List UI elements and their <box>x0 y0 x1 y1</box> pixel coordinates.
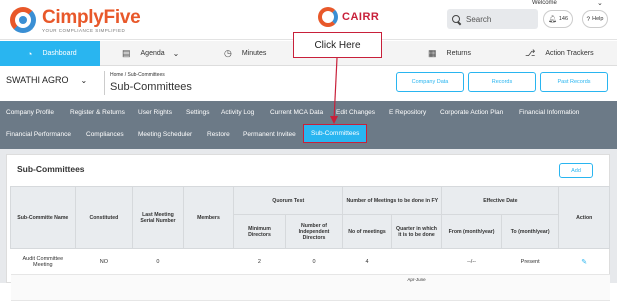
col-header-action: Action <box>558 186 610 249</box>
breadcrumb[interactable]: Home / Sub-Committees <box>110 72 165 78</box>
help-icon: ? <box>586 15 591 23</box>
table-row: Apr-June <box>10 274 610 301</box>
cell-min-directors: 2 <box>233 248 286 275</box>
subnav-current-mca-data[interactable]: Current MCA Data <box>270 109 323 116</box>
subnav-edit-changes[interactable]: Edit Changes <box>336 109 375 116</box>
cell-quarter <box>391 248 442 275</box>
col-header-from: From (month/year) <box>441 214 502 249</box>
sub-committees-panel: Sub-Committees Add Sub-Committe Name Con… <box>6 154 610 301</box>
col-header-constituted: Constituted <box>74 186 134 249</box>
cell-independent: 0 <box>285 248 343 275</box>
chevron-down-icon: ⌄ <box>172 49 180 58</box>
cell-from: --/-- <box>441 248 502 275</box>
subnav-compliances[interactable]: Compliances <box>86 131 124 138</box>
search-box[interactable] <box>447 9 538 29</box>
col-header-quarter: Quarter in which it is to be done <box>390 214 443 249</box>
edit-icon[interactable]: ✎ <box>581 259 587 266</box>
subnav-restore[interactable]: Restore <box>207 131 230 138</box>
col-header-no-meetings: No of meetings <box>342 214 392 249</box>
subnav-financial-information[interactable]: Financial Information <box>519 109 579 116</box>
col-header-name: Sub-Committe Name <box>10 186 76 249</box>
col-header-to: To (month/year) <box>500 214 560 249</box>
col-header-min-directors: Minimum Directors <box>233 214 286 249</box>
company-name: SWATHI AGRO <box>6 75 69 85</box>
notification-count: 146 <box>558 16 569 22</box>
nav-label: Returns <box>446 50 472 57</box>
cell-action: ✎ <box>558 248 610 275</box>
cell-no-meetings: 4 <box>342 248 392 275</box>
notifications-button[interactable]: 🔔︎ 146 <box>543 10 573 28</box>
nav-label: Agenda <box>140 50 165 57</box>
chevron-down-icon: ⌄ <box>80 75 88 85</box>
subnav-settings[interactable]: Settings <box>186 109 210 116</box>
cimplyfive-logo[interactable]: CimplyFive YOUR COMPLIANCE SIMPLIFIED <box>8 5 141 35</box>
nav-returns[interactable]: ▦ Returns <box>428 41 498 66</box>
sub-committees-table: Sub-Committe Name Constituted Last Meeti… <box>10 186 610 301</box>
nav-dashboard[interactable]: ◔ Dashboard <box>0 41 100 66</box>
company-data-button[interactable]: Company Data <box>396 72 464 92</box>
search-input[interactable] <box>466 14 526 24</box>
nav-label: Action Trackers <box>545 50 594 57</box>
records-button[interactable]: Records <box>468 72 536 92</box>
col-header-members: Members <box>182 186 235 249</box>
col-header-quorum: Quorum Test <box>233 186 344 215</box>
divider <box>104 71 105 95</box>
dashboard-icon: ◔ <box>27 48 33 59</box>
col-header-last-meeting: Last Meeting Serial Number <box>132 186 184 249</box>
col-header-effective: Effective Date <box>441 186 560 215</box>
subnav-activity-log[interactable]: Activity Log <box>221 109 254 116</box>
sub-navigation: Company Profile Register & Returns User … <box>0 101 617 149</box>
nav-label: Minutes <box>241 50 267 57</box>
list-icon: ▤ <box>122 48 131 58</box>
col-header-independent: Number of Independent Directors <box>284 214 344 249</box>
subnav-e-repository[interactable]: E Repository <box>389 109 426 116</box>
cell-name: Audit Committee Meeting <box>10 248 76 275</box>
nav-action-trackers[interactable]: ⎇ Action Trackers <box>525 41 617 66</box>
nav-label: Dashboard <box>42 50 77 57</box>
company-selector[interactable]: SWATHI AGRO ⌄ <box>6 75 87 85</box>
add-button[interactable]: Add <box>559 163 593 178</box>
nav-minutes[interactable]: ◷ Minutes <box>224 41 294 66</box>
cell-last-meeting: 0 <box>132 248 184 275</box>
help-button[interactable]: ? Help <box>582 10 608 28</box>
chevron-down-icon[interactable]: ⌄ <box>597 0 603 7</box>
subnav-sub-committees[interactable]: Sub-Committees <box>303 124 368 143</box>
welcome-label[interactable]: Welcome <box>532 0 557 6</box>
subnav-register-returns[interactable]: Register & Returns <box>70 109 125 116</box>
subnav-meeting-scheduler[interactable]: Meeting Scheduler <box>138 131 192 138</box>
col-header-meetings-fy: Number of Meetings to be done in FY <box>342 186 443 215</box>
click-here-callout: Click Here <box>293 32 382 58</box>
cell-members <box>183 248 234 275</box>
bell-icon: 🔔︎ <box>547 16 557 23</box>
cairr-logo: CAIRR <box>318 7 379 27</box>
subnav-user-rights[interactable]: User Rights <box>138 109 172 116</box>
page-title: Sub-Committees <box>110 81 192 93</box>
cairr-text: CAIRR <box>342 11 380 23</box>
tracker-icon: ⎇ <box>525 48 536 58</box>
panel-title: Sub-Committees <box>17 164 85 174</box>
subnav-permanent-invitee[interactable]: Permanent Invitee <box>243 131 296 138</box>
subnav-financial-performance[interactable]: Financial Performance <box>6 131 71 138</box>
nav-agenda[interactable]: ▤ Agenda ⌄ <box>122 41 202 66</box>
clock-icon: ◷ <box>224 48 232 58</box>
logo-mark-icon <box>8 5 38 35</box>
search-icon <box>452 14 461 24</box>
cairr-mark-icon <box>318 7 338 27</box>
logo-name: CimplyFive <box>42 6 141 28</box>
content-area: Sub-Committees Add Sub-Committe Name Con… <box>0 149 617 301</box>
subnav-company-profile[interactable]: Company Profile <box>6 109 54 116</box>
help-label: Help <box>592 16 604 22</box>
table-row: Audit Committee Meeting NO 0 2 0 4 --/--… <box>10 248 610 275</box>
cell-to: Present <box>501 248 559 275</box>
document-icon: ▦ <box>428 48 437 58</box>
cell-quarter-partial: Apr-June <box>391 274 442 301</box>
past-records-button[interactable]: Past Records <box>540 72 608 92</box>
logo-tagline: YOUR COMPLIANCE SIMPLIFIED <box>42 27 126 33</box>
company-bar: SWATHI AGRO ⌄ Home / Sub-Committees Sub-… <box>0 67 617 99</box>
subnav-corporate-action-plan[interactable]: Corporate Action Plan <box>440 109 503 116</box>
cell-constituted: NO <box>75 248 133 275</box>
